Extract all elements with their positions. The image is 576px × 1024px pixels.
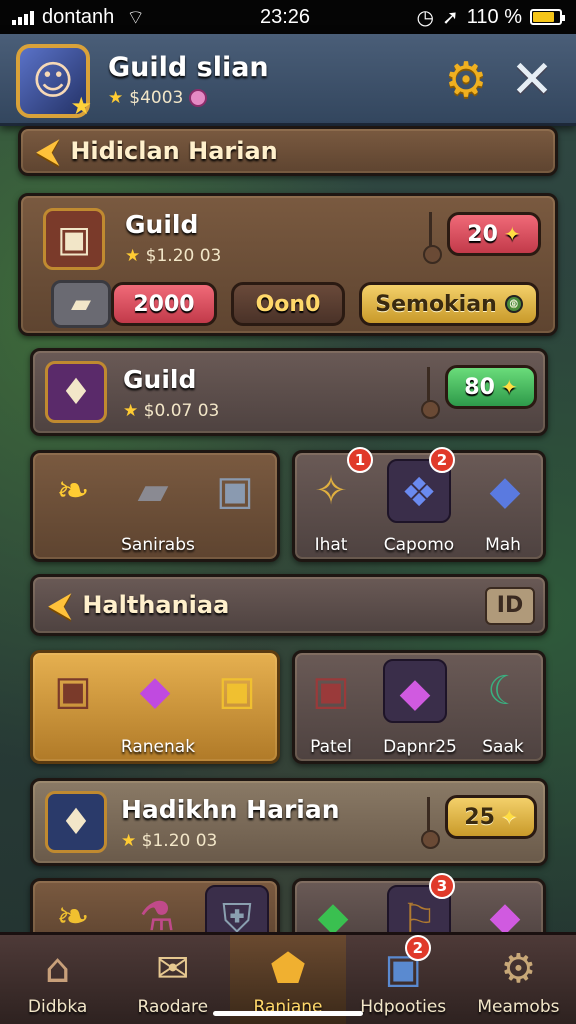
reward-tile[interactable]: ▣ ◆ ☾ Patel Dapnr25 Saak: [292, 650, 546, 764]
reward-tile-selected[interactable]: ▣ ◆ ▣ Ranenak: [30, 650, 280, 764]
guild-card-title: Guild: [125, 210, 199, 239]
battery-icon: [530, 9, 565, 25]
sparkle-icon: ✦: [503, 222, 521, 246]
gem-icon: ♦: [45, 791, 107, 853]
crystal-icon: ◆: [489, 468, 521, 514]
gear-icon[interactable]: ⚙: [438, 52, 494, 108]
section-title: Hidiclan Harian: [70, 137, 278, 165]
guild-card-title: Guild: [123, 365, 197, 394]
sparkle-icon: ✦: [500, 375, 518, 399]
reward-button[interactable]: 20 ✦: [447, 212, 541, 256]
reward-button[interactable]: 25 ✦: [445, 795, 537, 839]
notification-badge: 1: [347, 447, 373, 473]
nav-label: Didbka: [27, 997, 88, 1017]
nav-item-home[interactable]: ⌂ Didbka: [0, 935, 115, 1024]
guild-card: ▣ Guild ★ $1.20 03 20 ✦ ▰ 2000 Oon0 Semok…: [18, 193, 558, 336]
reward-tile[interactable]: ❧ ▰ ▣ Sanirabs: [30, 450, 280, 562]
currency-value: $4003: [129, 88, 184, 108]
section-header-daily[interactable]: ⮜ Hidiclan Harian: [18, 126, 558, 176]
back-arrow-icon: ⮜: [49, 587, 71, 623]
crate-icon: ▣: [216, 468, 254, 514]
star-icon: ★: [70, 92, 92, 120]
clock: 23:26: [260, 5, 311, 28]
guild-card-title: Hadikhn Harian: [121, 795, 340, 824]
home-icon: ⌂: [44, 946, 71, 992]
info-button[interactable]: Oon0: [231, 282, 345, 326]
battery-percent: 110 %: [466, 5, 522, 28]
guild-header: ☺ ★ Guild slian ★ $4003 ⚙ ✕: [0, 34, 576, 126]
guild-card: ♦ Hadikhn Harian ★ $1.20 03 25 ✦: [30, 778, 548, 866]
nav-item-settings[interactable]: ⚙ Meamobs: [461, 935, 576, 1024]
nav-item-inventory[interactable]: ▣ Hdpooties 2: [346, 935, 461, 1024]
treasure-icon: ▣: [218, 668, 256, 714]
nav-label: Raodare: [137, 997, 209, 1017]
guild-card-sub: ★ $0.07 03: [123, 401, 220, 421]
page-title: Guild slian: [108, 52, 269, 83]
scroll-icon: ✉: [156, 946, 190, 992]
notification-badge: 2: [429, 447, 455, 473]
alarm-icon: ◷: [416, 6, 434, 29]
nav-label: Hdpooties: [360, 997, 447, 1017]
guild-card: ♦ Guild ★ $0.07 03 80 ✦: [30, 348, 548, 436]
divider: [423, 212, 442, 264]
star-icon: ★: [108, 88, 124, 108]
tile-label: Mah: [485, 535, 521, 555]
tile-label: Sanirabs: [121, 535, 195, 555]
divider: [421, 797, 440, 849]
tile-label: Patel: [310, 737, 352, 757]
tile-label: Dapnr25: [383, 737, 457, 757]
avatar[interactable]: ☺ ★: [16, 44, 92, 120]
currency-display: ★ $4003: [108, 88, 208, 108]
crystal-icon: ◆: [139, 668, 171, 714]
feather-icon: ❧: [56, 468, 90, 514]
notification-badge: 2: [404, 935, 431, 961]
tile-label: Saak: [482, 737, 524, 757]
chest-icon: ▣: [54, 668, 92, 714]
tile-label: Ihat: [314, 535, 348, 555]
gem-icon: [189, 89, 208, 107]
home-indicator[interactable]: [213, 1011, 363, 1016]
section-header-weekly[interactable]: ⮜ Halthaniaa ID: [30, 574, 548, 636]
chest-icon: ▣: [43, 208, 105, 270]
section-title: Halthaniaa: [82, 591, 230, 619]
gem-icon: ♦: [45, 361, 107, 423]
reward-tile[interactable]: ✧ ❖ ◆ 1 2 Ihat Capomo Mah: [292, 447, 546, 562]
signal-icon: [12, 9, 34, 25]
reward-button[interactable]: 80 ✦: [445, 365, 537, 409]
nav-label: Meamobs: [477, 997, 560, 1017]
hero-icon: ⬟: [270, 946, 306, 992]
sparkle-icon: ✦: [500, 805, 518, 829]
settings-icon: ⚙: [500, 946, 537, 992]
notification-badge: 3: [429, 873, 455, 899]
wifi-icon: ⌔: [126, 6, 146, 29]
close-icon[interactable]: ✕: [504, 52, 560, 108]
claw-icon: ☾: [487, 668, 523, 714]
divider: [421, 367, 440, 419]
tile-label: Ranenak: [120, 737, 196, 757]
carrier-name: dontanh: [42, 5, 115, 28]
status-bar: dontanh ⌔ 23:26 ◷ ➚ 110 %: [0, 0, 576, 34]
chest-icon: ▣: [312, 668, 350, 714]
bottom-nav: ⌂ Didbka ✉ Raodare ⬟ Raniane ▣ Hdpooties…: [0, 932, 576, 1024]
cost-button[interactable]: 2000: [111, 282, 217, 326]
back-arrow-icon: ⮜: [37, 133, 59, 169]
action-button[interactable]: Semokian ◎: [359, 282, 539, 326]
stone-icon: ▰: [137, 468, 169, 514]
stone-icon: ▰: [51, 280, 111, 328]
tile-label: Capomo: [383, 535, 455, 555]
location-icon: ➚: [442, 6, 459, 29]
guild-card-sub: ★ $1.20 03: [121, 831, 218, 851]
crystal-icon: ◆: [383, 659, 447, 723]
check-icon: ◎: [504, 295, 523, 313]
section-tag: ID: [485, 587, 535, 625]
guild-card-sub: ★ $1.20 03: [125, 246, 222, 266]
